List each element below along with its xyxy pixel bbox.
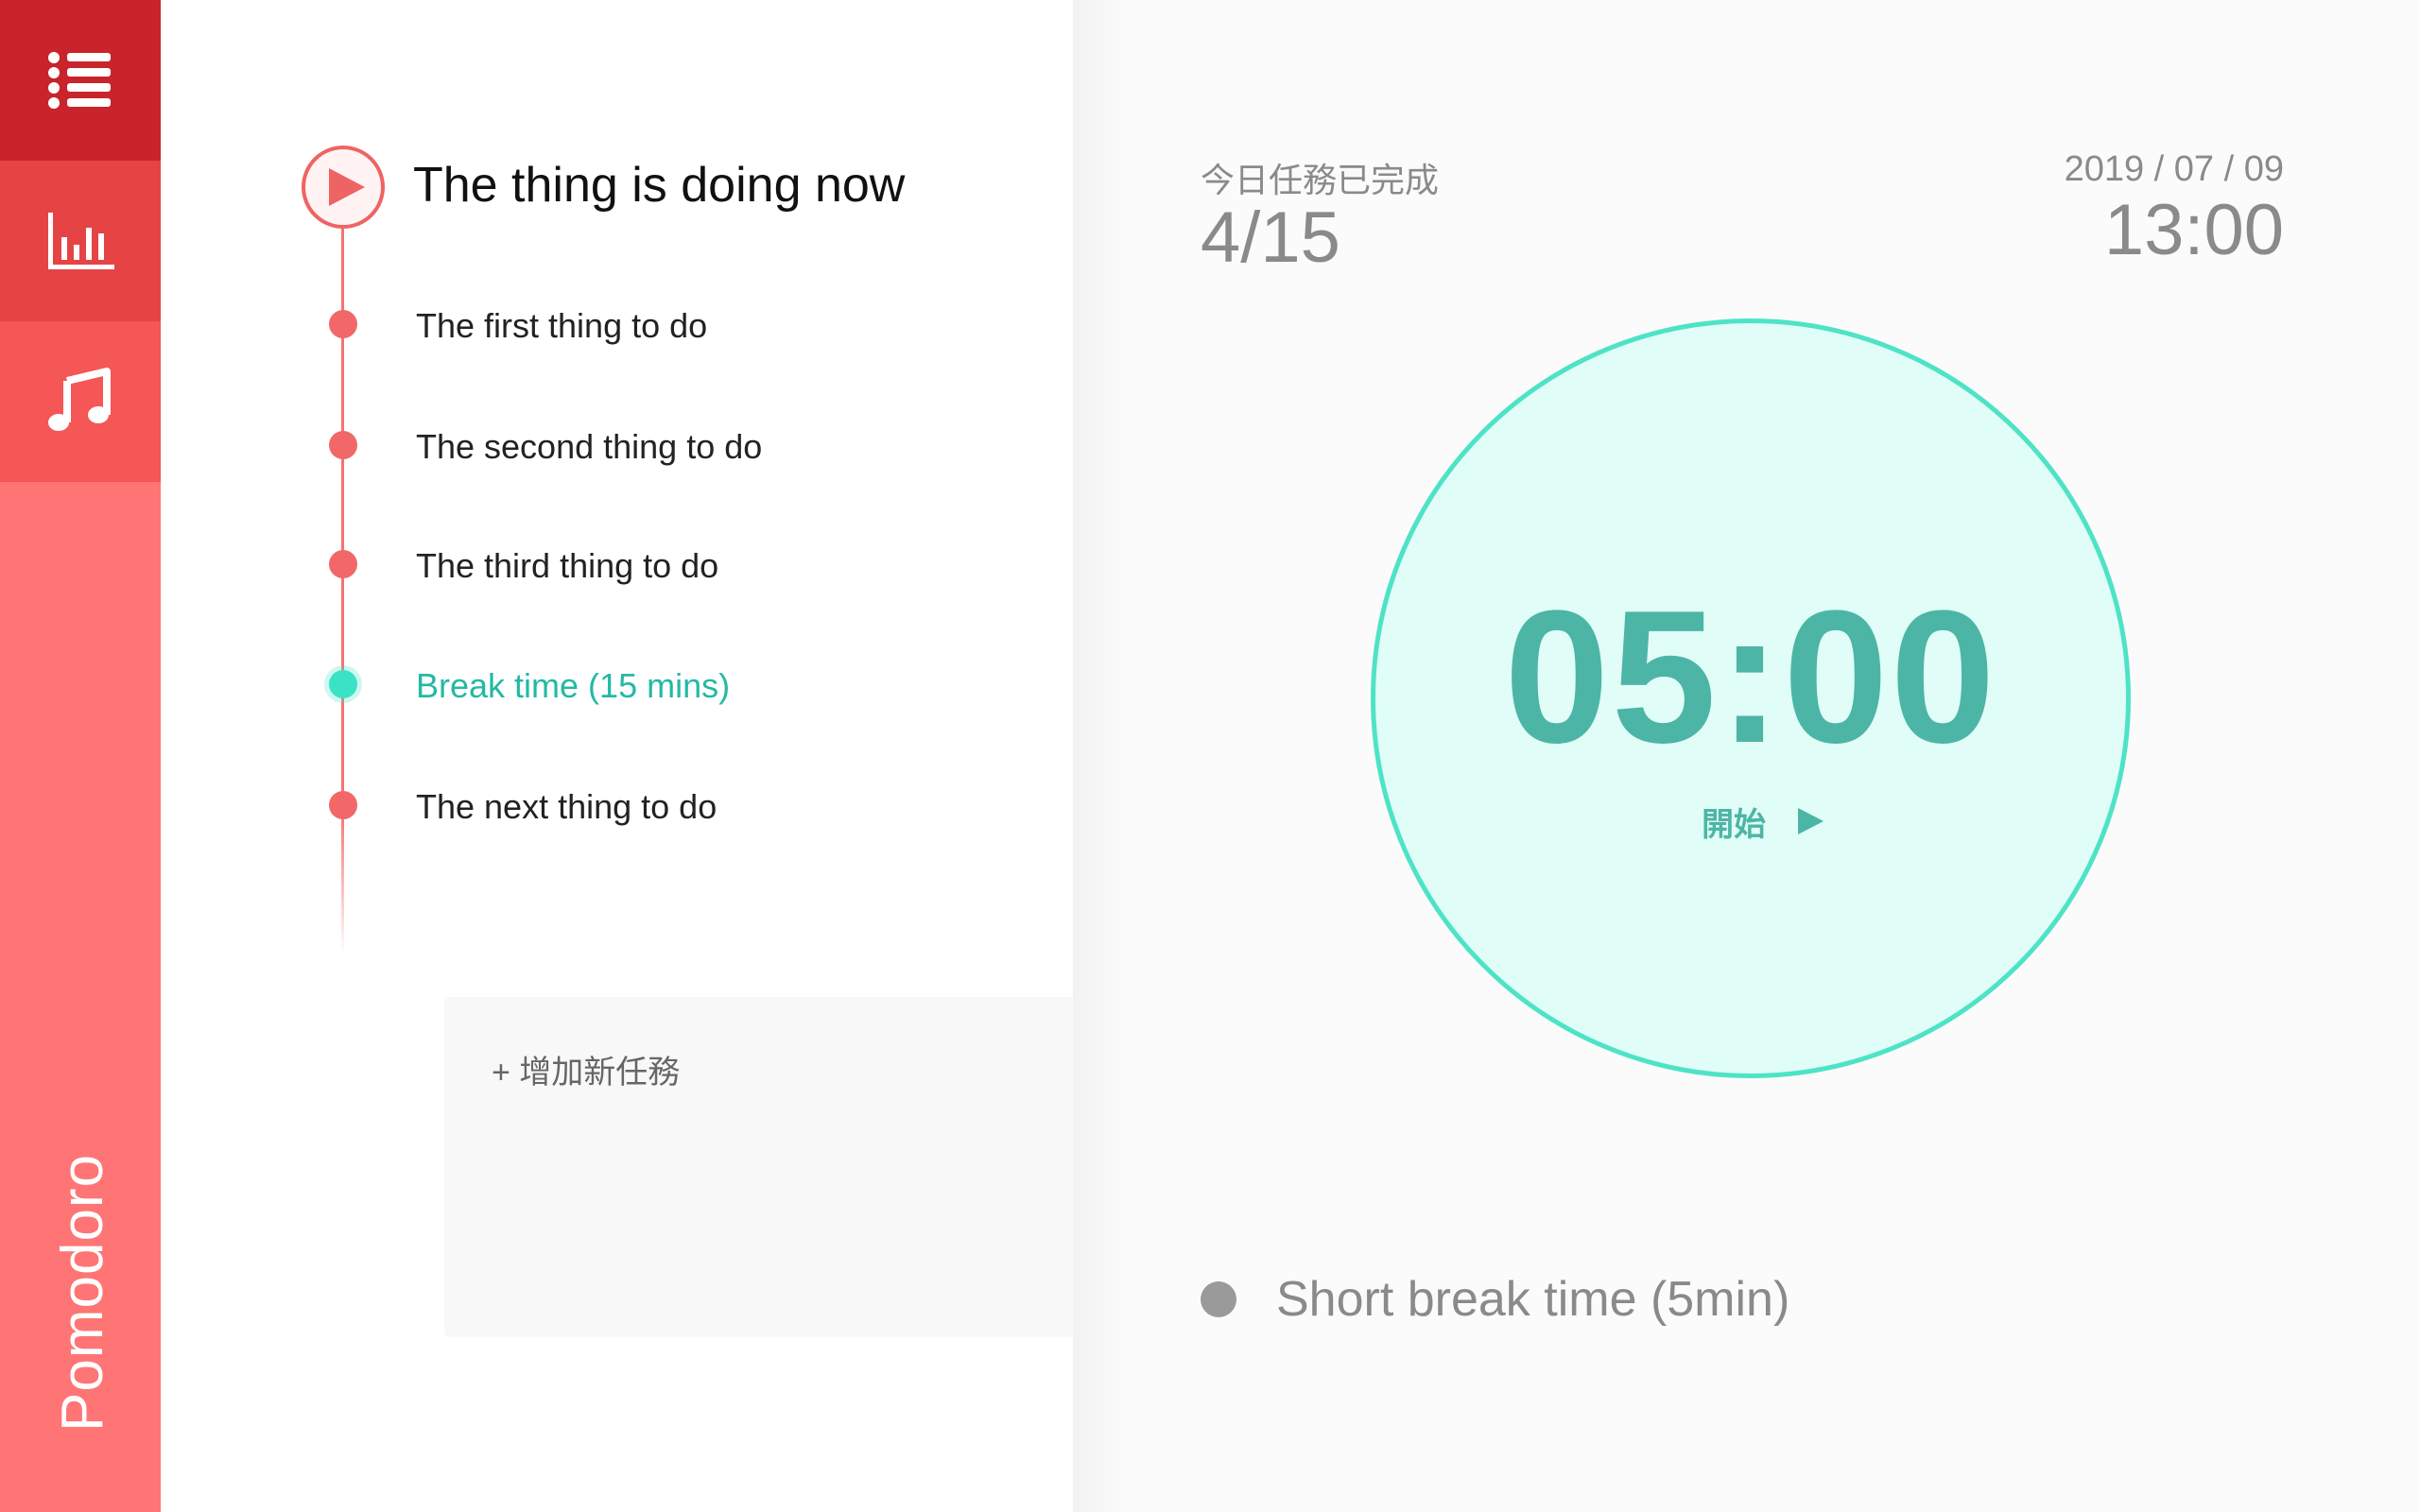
- current-task-title: The thing is doing now: [413, 158, 906, 213]
- status-dot: [1201, 1281, 1236, 1317]
- statistics-button[interactable]: [0, 161, 161, 321]
- current-time: 13:00: [2103, 190, 2284, 270]
- music-icon: [48, 368, 111, 431]
- task-item[interactable]: The first thing to do: [161, 291, 1068, 357]
- task-item[interactable]: The next thing to do: [161, 772, 1068, 838]
- task-label: The first thing to do: [416, 306, 708, 345]
- task-dot: [329, 550, 357, 578]
- timer-circle: 05:00 開始: [1371, 318, 2131, 1078]
- play-icon: [1798, 808, 1824, 834]
- current-task-play-button[interactable]: [302, 146, 385, 229]
- task-panel: The thing is doing now The first thing t…: [161, 0, 1097, 1512]
- session-status: Short break time (5min): [1201, 1271, 1789, 1328]
- timer-value: 05:00: [1504, 572, 1997, 782]
- current-date: 2019 / 07 / 09: [2064, 149, 2284, 189]
- task-item[interactable]: The second thing to do: [161, 412, 1068, 478]
- list-button[interactable]: [0, 0, 161, 161]
- play-icon: [329, 168, 365, 206]
- break-label: Break time (15 mins): [416, 666, 731, 705]
- panel-shadow: [1073, 0, 1130, 1512]
- completed-label: 今日任務已完成: [1201, 161, 1440, 199]
- task-item[interactable]: The third thing to do: [161, 531, 1068, 597]
- add-task-panel: + 增加新任務: [444, 997, 1097, 1337]
- task-dot: [329, 791, 357, 819]
- break-dot: [329, 670, 357, 698]
- chart-icon: [48, 213, 114, 269]
- status-label: Short break time (5min): [1276, 1272, 1790, 1327]
- list-icon: [48, 52, 111, 109]
- sidebar: Pomodoro: [0, 0, 161, 1512]
- task-label: The next thing to do: [416, 787, 717, 826]
- task-dot: [329, 310, 357, 338]
- start-button[interactable]: 開始: [1702, 798, 1826, 845]
- task-dot: [329, 431, 357, 459]
- break-item[interactable]: Break time (15 mins): [161, 651, 1068, 717]
- task-label: The third thing to do: [416, 546, 719, 585]
- add-task-button[interactable]: + 增加新任務: [492, 1046, 680, 1092]
- app-brand: Pomodoro: [50, 1153, 115, 1432]
- start-label: 開始: [1702, 806, 1766, 843]
- music-button[interactable]: [0, 321, 161, 482]
- task-label: The second thing to do: [416, 427, 763, 466]
- pomodoro-app: Pomodoro The thing is doing now The firs…: [0, 0, 2420, 1512]
- completed-count: 4/15: [1201, 198, 1340, 278]
